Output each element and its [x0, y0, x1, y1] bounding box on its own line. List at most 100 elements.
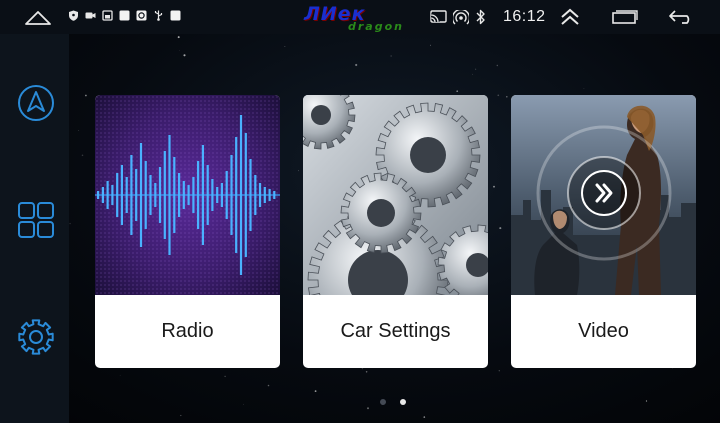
- wave-bar: [258, 183, 262, 207]
- wave-bar: [168, 135, 171, 255]
- screenshot-icon: [136, 10, 147, 21]
- wave-bar: [158, 167, 162, 223]
- wave-bar: [111, 185, 114, 205]
- home-screen: ЛИек dragon 16:12 Radio Car Settings Vid…: [0, 0, 720, 423]
- navigation-arrow-icon: [18, 85, 54, 121]
- wave-bar: [101, 187, 104, 203]
- star: [267, 384, 270, 387]
- sound-wave-image: [95, 95, 280, 295]
- sidebar-item-apps[interactable]: [14, 198, 58, 242]
- wave-bar: [187, 185, 190, 205]
- star: [498, 370, 500, 372]
- star: [69, 222, 71, 225]
- status-bar: ЛИек dragon 16:12: [0, 0, 720, 34]
- star: [456, 90, 459, 93]
- car-settings-card-label: Car Settings: [340, 320, 451, 342]
- wave-bar: [244, 133, 247, 257]
- wave-bar: [211, 179, 214, 211]
- wave-bar: [116, 173, 119, 217]
- wave-bar: [178, 173, 181, 217]
- clock: 16:12: [503, 8, 546, 25]
- star: [423, 416, 426, 418]
- page-indicator: [380, 399, 406, 405]
- video-card-label: Video: [578, 320, 629, 342]
- star: [177, 36, 180, 39]
- cast-icon: [430, 10, 447, 23]
- wave-bar: [120, 165, 123, 225]
- star: [499, 227, 502, 230]
- camera-icon: [85, 12, 96, 19]
- sidebar-item-settings[interactable]: [14, 315, 58, 359]
- wave-bar: [235, 137, 238, 253]
- wave-bar: [249, 159, 252, 231]
- wave-bar: [216, 187, 219, 203]
- star: [298, 170, 299, 172]
- apps-grid-icon: [18, 202, 54, 238]
- wave-bar: [154, 183, 157, 207]
- star: [284, 46, 286, 47]
- wave-bar: [173, 157, 176, 233]
- sd-card-icon: [102, 10, 113, 21]
- star: [645, 400, 648, 402]
- wave-bar: [268, 189, 271, 201]
- bluetooth-icon: [476, 9, 485, 25]
- wave-bar: [192, 177, 195, 213]
- sidebar-item-navigation[interactable]: [14, 81, 58, 125]
- star: [183, 54, 186, 57]
- wave-bar: [149, 175, 152, 215]
- wave-bar: [130, 155, 133, 235]
- wave-bar: [182, 181, 185, 209]
- recent-apps-icon[interactable]: [612, 10, 638, 24]
- star: [365, 371, 368, 373]
- wave-bar: [201, 145, 204, 245]
- star: [85, 94, 87, 97]
- page-dot[interactable]: [380, 399, 386, 405]
- wave-bar: [206, 165, 209, 225]
- star: [496, 64, 498, 67]
- wave-bar: [144, 161, 147, 229]
- star: [493, 185, 495, 188]
- video-card[interactable]: Video: [511, 95, 696, 368]
- double-chevron-up-icon[interactable]: [560, 8, 580, 26]
- brand-logo: ЛИек dragon: [300, 3, 425, 33]
- car-settings-card[interactable]: Car Settings: [303, 95, 488, 368]
- wave-bar: [139, 143, 143, 247]
- star: [119, 374, 121, 376]
- wave-bar: [163, 151, 166, 239]
- radio-card[interactable]: Radio: [95, 95, 280, 368]
- star: [583, 88, 585, 90]
- wave-bar: [239, 115, 243, 275]
- star: [314, 390, 317, 392]
- wave-bar: [263, 187, 266, 203]
- page-dot-active[interactable]: [400, 399, 406, 405]
- star: [355, 63, 358, 67]
- star: [366, 407, 370, 410]
- gear-hole: [311, 105, 331, 125]
- shield-icon: [69, 10, 78, 21]
- usb-icon: [154, 10, 163, 21]
- star: [224, 375, 226, 378]
- gears-image: [303, 95, 488, 295]
- radio-card-label: Radio: [161, 320, 214, 342]
- star: [243, 403, 244, 405]
- star: [472, 73, 474, 75]
- star: [390, 55, 392, 57]
- wave-bar: [97, 191, 100, 199]
- wave-bar: [197, 161, 200, 229]
- logo-bottom-text: dragon: [348, 20, 404, 33]
- square-icon: [119, 10, 130, 21]
- wave-bar: [273, 191, 276, 199]
- gear-hole: [410, 137, 446, 173]
- star: [180, 414, 182, 417]
- square-icon: [170, 10, 181, 21]
- home-outline-icon[interactable]: [24, 8, 52, 26]
- gear-icon: [18, 319, 54, 355]
- wave-bar: [254, 175, 257, 215]
- wave-bar: [220, 183, 223, 207]
- wave-bar: [230, 155, 233, 235]
- star: [497, 94, 500, 97]
- back-icon[interactable]: [668, 10, 694, 24]
- star: [81, 154, 84, 157]
- wave-bar: [106, 181, 109, 209]
- sidebar: [0, 34, 69, 423]
